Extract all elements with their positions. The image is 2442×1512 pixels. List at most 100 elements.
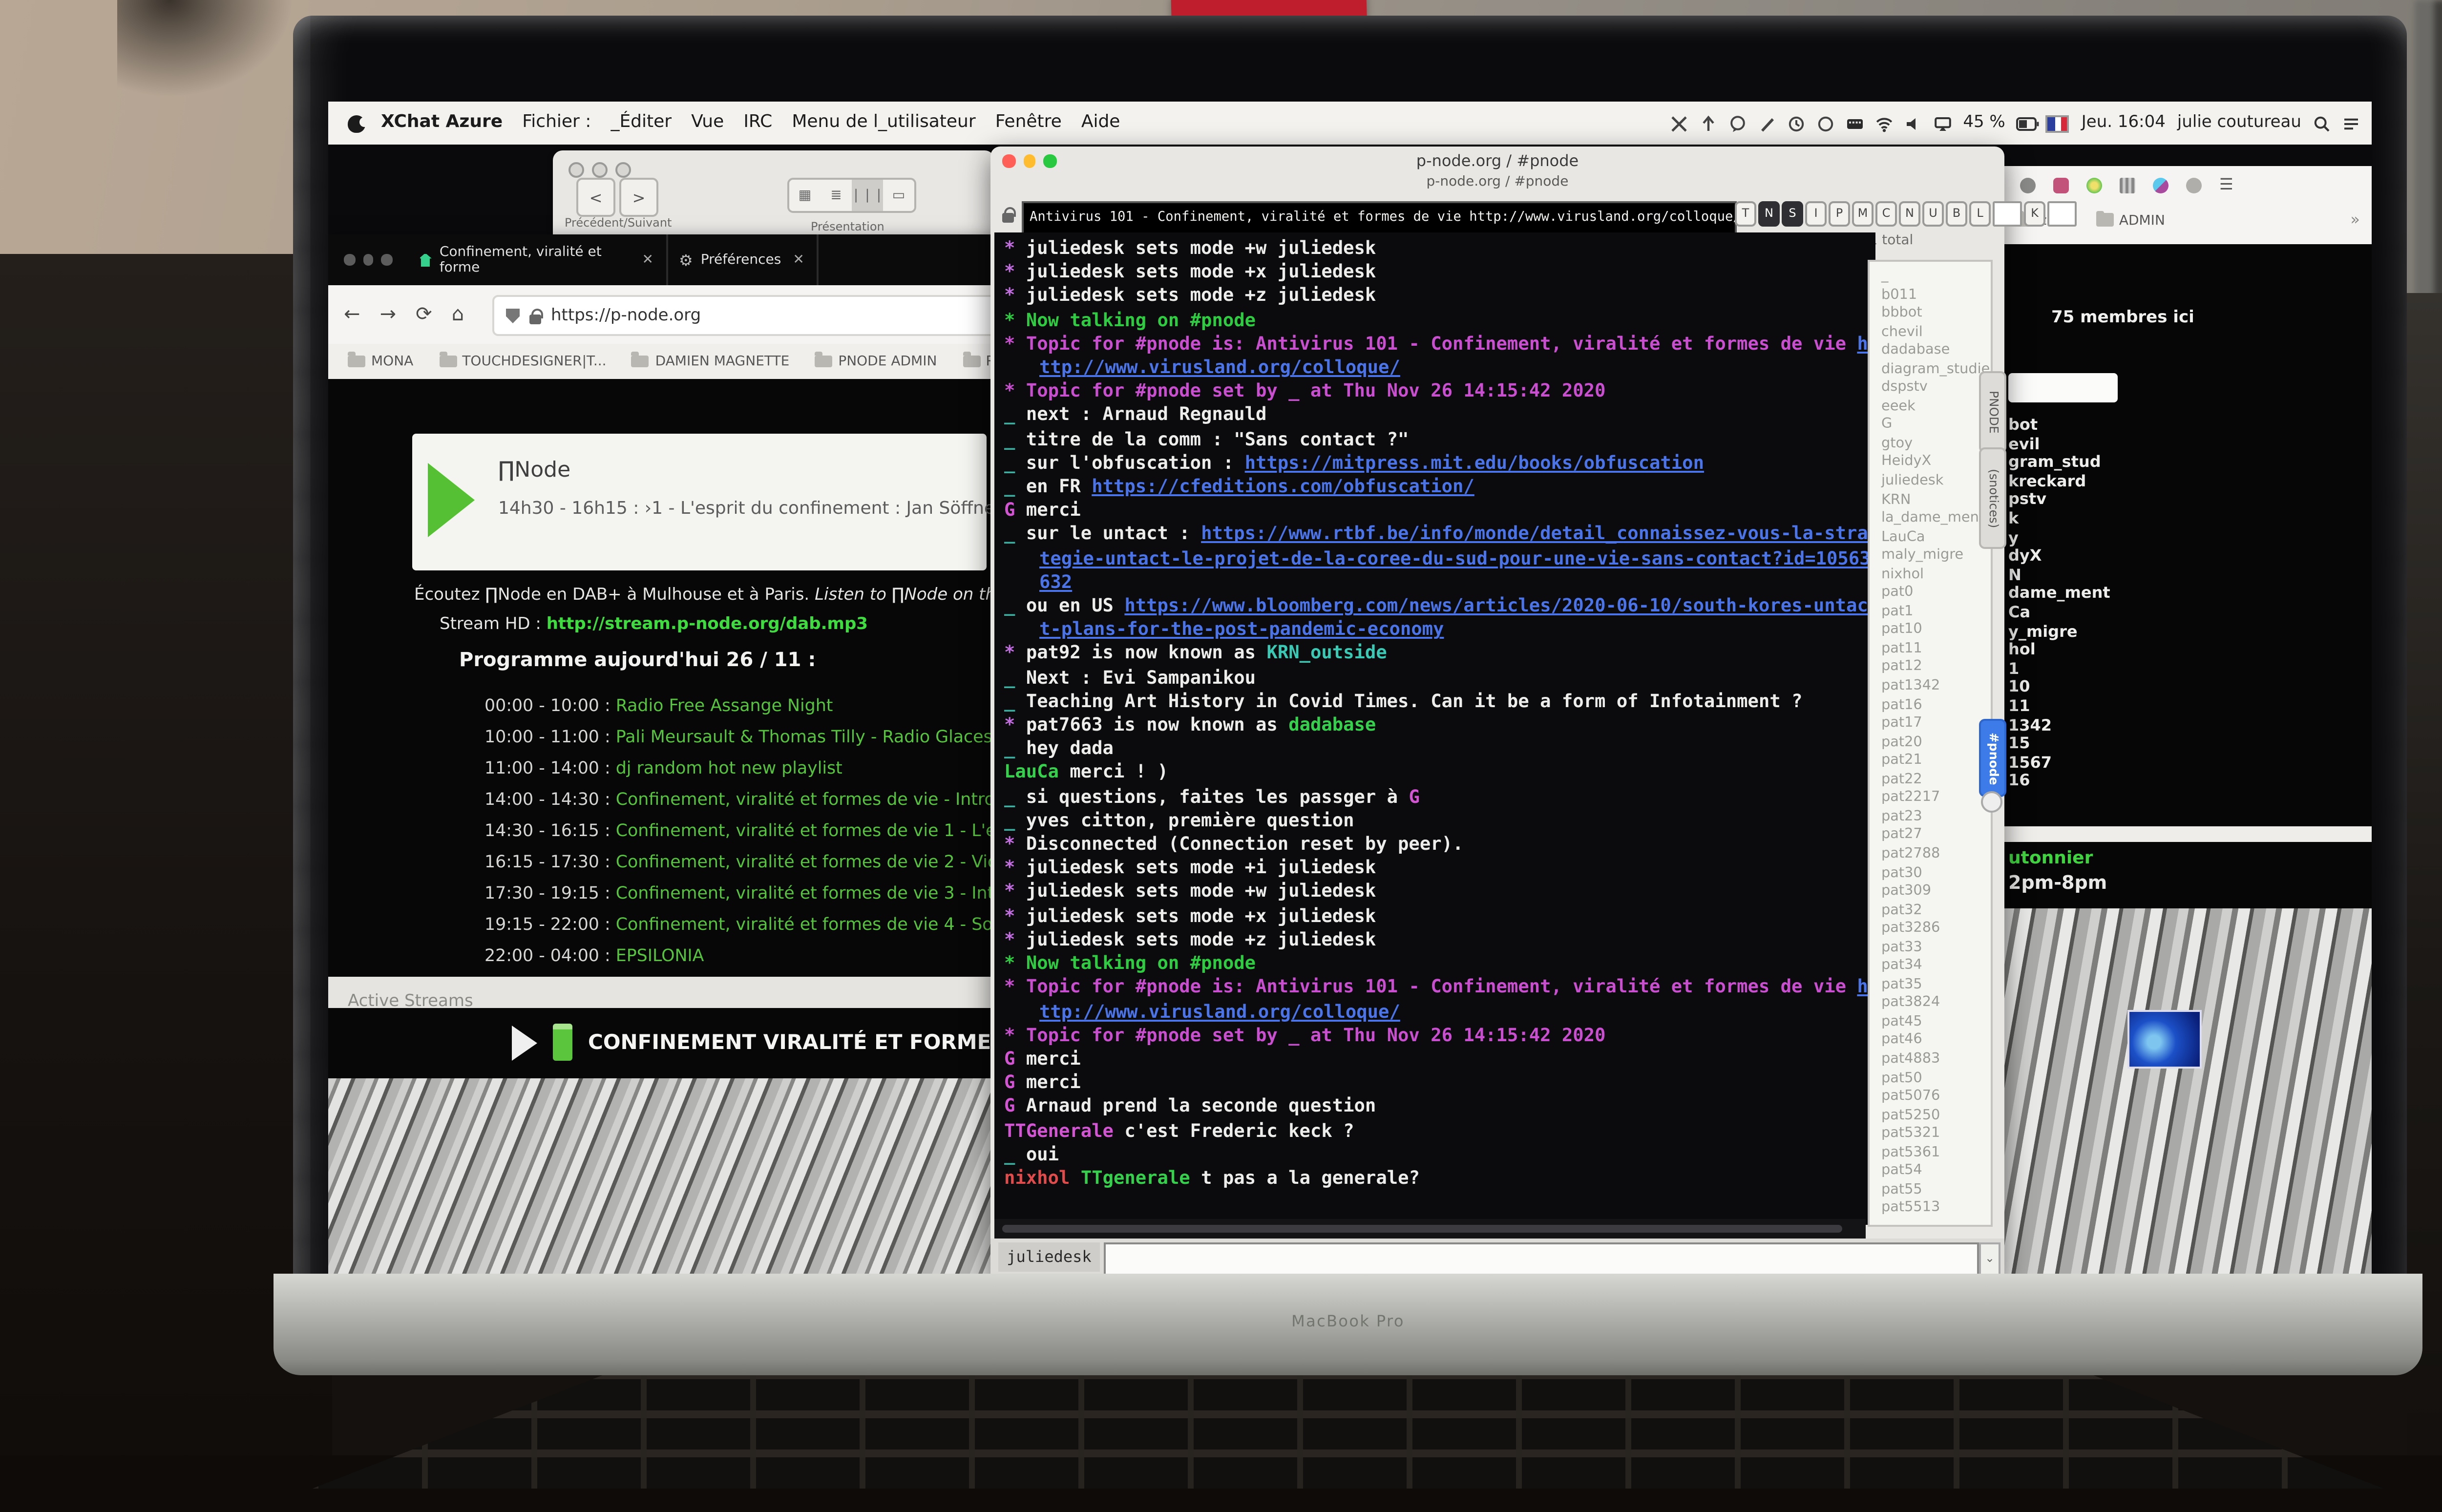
view-gallery-icon[interactable]: ▭ <box>883 180 914 211</box>
pencil-menu-icon[interactable] <box>1758 114 1775 132</box>
reload-icon[interactable]: ⟳ <box>416 304 432 325</box>
tab-snotices[interactable]: (snotices) <box>1979 447 2006 549</box>
user-list-item[interactable]: juliedesk <box>1881 471 1991 489</box>
apple-menu-icon[interactable] <box>348 114 365 132</box>
schedule-show-link[interactable]: EPSILONIA <box>616 947 704 967</box>
menu-item[interactable]: Fichier : <box>522 113 591 133</box>
mode-button-c[interactable]: C <box>1875 201 1897 227</box>
user-list-item[interactable]: pat2788 <box>1881 844 1991 862</box>
upload-menu-icon[interactable] <box>1699 114 1717 132</box>
chat-log[interactable]: * juliedesk sets mode +w juliedesk* juli… <box>994 232 1875 1225</box>
horizontal-scrollbar[interactable] <box>994 1219 1866 1239</box>
traffic-lights[interactable] <box>1002 154 1056 167</box>
menu-item[interactable]: Aide <box>1081 113 1120 133</box>
user-list-item[interactable]: pat23 <box>1881 806 1991 825</box>
mode-button-n[interactable]: N <box>1758 201 1780 227</box>
view-grid-icon[interactable]: ▦ <box>789 180 821 211</box>
mode-button-m[interactable]: M <box>1852 201 1874 227</box>
user-list-item[interactable]: pat5250 <box>1881 1105 1991 1123</box>
mode-button-n[interactable]: N <box>1899 201 1920 227</box>
menu-item[interactable]: IRC <box>743 113 772 133</box>
mode-button-p[interactable]: P <box>1829 201 1850 227</box>
user-list-item[interactable]: pat5361 <box>1881 1142 1991 1161</box>
user-list-item[interactable]: HeidyX <box>1881 452 1991 471</box>
menu-user-name[interactable]: julie coutureau <box>2177 113 2301 133</box>
user-list-item[interactable]: G <box>1881 415 1991 434</box>
user-list-item[interactable]: pat12 <box>1881 657 1991 676</box>
topic-bar[interactable]: Antivirus 101 - Confinement, viralité et… <box>1022 201 1737 234</box>
bookmarks-overflow-icon[interactable]: » <box>2350 211 2360 229</box>
mode-button-u[interactable]: U <box>1922 201 1944 227</box>
user-list-item[interactable]: pat54 <box>1881 1161 1991 1179</box>
user-list-item[interactable]: pat11 <box>1881 639 1991 657</box>
airplay-menu-icon[interactable] <box>1934 114 1951 132</box>
mode-button-s[interactable]: S <box>1782 201 1803 227</box>
user-list-item[interactable]: pat34 <box>1881 956 1991 974</box>
user-list-item[interactable]: pat17 <box>1881 714 1991 732</box>
close-window-button[interactable] <box>1002 154 1015 167</box>
user-list-item[interactable]: pat1342 <box>1881 676 1991 694</box>
shortcuts-menu-icon[interactable] <box>1816 114 1834 132</box>
zoom-window-button[interactable] <box>1043 154 1056 167</box>
user-list-item[interactable]: pat16 <box>1881 694 1991 713</box>
shield-icon[interactable] <box>2020 177 2036 192</box>
tab-preferences[interactable]: ⚙ Préférences ✕ <box>667 234 818 285</box>
schedule-show-link[interactable]: dj random hot new playlist <box>616 760 842 779</box>
menu-item[interactable]: Vue <box>691 113 724 133</box>
tab-server-pnode[interactable]: PNODE <box>1979 371 2006 453</box>
extension-icon[interactable] <box>2086 177 2102 192</box>
volume-menu-icon[interactable] <box>1904 114 1922 132</box>
user-list-item[interactable]: pat35 <box>1881 974 1991 993</box>
user-list-item[interactable]: eeek <box>1881 396 1991 415</box>
user-list-item[interactable]: dadabase <box>1881 340 1991 359</box>
hamburger-menu-icon[interactable]: ☰ <box>2219 176 2233 193</box>
minimize-window-button[interactable] <box>1023 154 1035 167</box>
home-icon[interactable]: ⌂ <box>452 304 464 325</box>
tab-confinement[interactable]: Confinement, viralité et forme ✕ <box>407 234 667 285</box>
user-list-item[interactable]: LauCa <box>1881 527 1991 546</box>
user-list-item[interactable]: la_dame_mental <box>1881 508 1991 526</box>
user-list-item[interactable]: pat5321 <box>1881 1124 1991 1142</box>
notification-center-icon[interactable] <box>2342 114 2360 132</box>
tracking-shield-icon[interactable] <box>506 308 520 323</box>
finder-forward-button[interactable]: > <box>619 178 658 217</box>
tab-close-icon[interactable]: ✕ <box>793 252 804 268</box>
back-icon[interactable]: ← <box>344 304 360 325</box>
tools-menu-icon[interactable] <box>1670 114 1687 132</box>
mode-button-k[interactable]: K <box>2024 201 2045 227</box>
finder-traffic-lights[interactable] <box>568 162 631 178</box>
user-list-item[interactable]: b011 <box>1881 284 1991 303</box>
user-list-item[interactable]: pat5076 <box>1881 1086 1991 1105</box>
view-list-icon[interactable]: ≣ <box>821 180 852 211</box>
extension-icon[interactable] <box>2053 177 2069 192</box>
user-list-item[interactable]: bbbot <box>1881 303 1991 321</box>
menu-item[interactable]: Fenêtre <box>995 113 1062 133</box>
user-list-item[interactable]: chevil <box>1881 322 1991 340</box>
mode-button-t[interactable]: T <box>1735 201 1756 227</box>
input-dropdown-icon[interactable]: ⌄ <box>1979 1242 2000 1274</box>
menu-item[interactable]: Menu de l_utilisateur <box>792 113 975 133</box>
bookmark-item[interactable]: DAMIEN MAGNETTE <box>632 354 790 369</box>
play-button[interactable] <box>428 463 475 537</box>
url-text[interactable]: https://p-node.org <box>551 306 701 325</box>
keyboard-menu-icon[interactable] <box>1846 114 1863 132</box>
input-language-flag-fr[interactable] <box>2046 114 2070 132</box>
finder-back-button[interactable]: < <box>576 178 615 217</box>
user-list-item[interactable]: maly_migre <box>1881 546 1991 564</box>
forward-icon[interactable]: → <box>380 304 397 325</box>
right-search-field[interactable] <box>2008 373 2118 402</box>
user-list-item[interactable]: pat3824 <box>1881 993 1991 1011</box>
user-list-item[interactable]: pat2217 <box>1881 788 1991 806</box>
user-list-item[interactable]: pat309 <box>1881 881 1991 900</box>
user-list-item[interactable]: pat45 <box>1881 1012 1991 1030</box>
marquee-play-icon[interactable] <box>512 1025 537 1060</box>
stream-url-link[interactable]: http://stream.p-node.org/dab.mp3 <box>547 615 868 635</box>
tab-channel-pnode[interactable]: #pnode <box>1979 719 2006 797</box>
bookmark-item[interactable]: TOUCHDESIGNER|T... <box>439 354 606 369</box>
user-list-item[interactable]: pat50 <box>1881 1068 1991 1086</box>
user-list-item[interactable]: diagram_studies <box>1881 359 1991 378</box>
bookmark-item[interactable]: MONA <box>348 354 413 369</box>
menu-clock[interactable]: Jeu. 16:04 <box>2082 113 2166 133</box>
user-list-item[interactable]: nixhol <box>1881 564 1991 583</box>
spotlight-search-icon[interactable] <box>2313 114 2331 132</box>
